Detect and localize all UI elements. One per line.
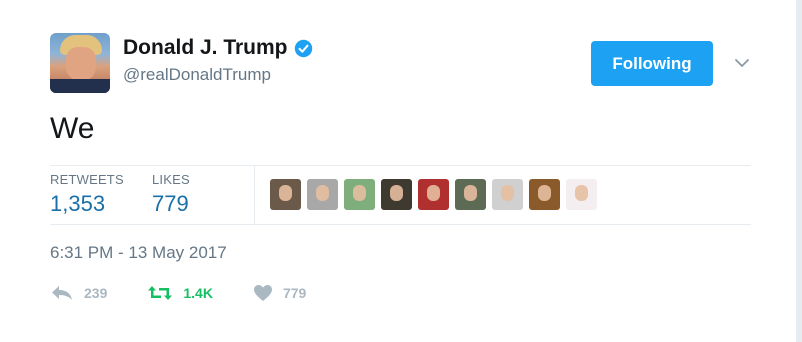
retweets-stat[interactable]: RETWEETS 1,353 bbox=[50, 172, 124, 217]
tweet-card: Donald J. Trump @realDonaldTrump Followi… bbox=[0, 0, 796, 342]
tweet-actions: 239 1.4K 779 bbox=[50, 284, 346, 302]
stats-separator bbox=[254, 166, 255, 224]
retweets-label: RETWEETS bbox=[50, 172, 124, 187]
tweet-timestamp[interactable]: 6:31 PM - 13 May 2017 bbox=[50, 243, 227, 263]
tweet-text: We bbox=[50, 112, 95, 145]
liker-avatar[interactable] bbox=[529, 179, 560, 210]
likes-stat[interactable]: LIKES 779 bbox=[152, 172, 190, 217]
liker-avatar[interactable] bbox=[492, 179, 523, 210]
liker-avatar[interactable] bbox=[566, 179, 597, 210]
retweet-count: 1.4K bbox=[183, 285, 213, 301]
liker-avatar[interactable] bbox=[270, 179, 301, 210]
following-button[interactable]: Following bbox=[591, 41, 713, 86]
liker-avatars bbox=[270, 179, 597, 210]
reply-button[interactable]: 239 bbox=[50, 284, 107, 302]
page-scroll-edge bbox=[796, 0, 802, 342]
chevron-down-icon[interactable] bbox=[733, 54, 751, 72]
heart-icon bbox=[253, 285, 272, 301]
like-count: 779 bbox=[282, 285, 307, 301]
liker-avatar[interactable] bbox=[418, 179, 449, 210]
divider bbox=[50, 224, 751, 225]
like-button[interactable]: 779 bbox=[253, 284, 306, 302]
verified-icon bbox=[294, 39, 312, 57]
retweets-value: 1,353 bbox=[50, 191, 106, 216]
likes-value: 779 bbox=[152, 191, 189, 216]
retweet-icon bbox=[148, 286, 173, 300]
user-handle[interactable]: @realDonaldTrump bbox=[123, 65, 271, 85]
display-name[interactable]: Donald J. Trump bbox=[123, 36, 288, 60]
divider bbox=[50, 165, 751, 166]
avatar[interactable] bbox=[50, 33, 110, 93]
liker-avatar[interactable] bbox=[381, 179, 412, 210]
likes-label: LIKES bbox=[152, 172, 190, 187]
liker-avatar[interactable] bbox=[344, 179, 375, 210]
liker-avatar[interactable] bbox=[307, 179, 338, 210]
reply-icon bbox=[52, 286, 72, 300]
reply-count: 239 bbox=[84, 285, 108, 301]
retweet-button[interactable]: 1.4K bbox=[147, 284, 213, 302]
user-name-row: Donald J. Trump bbox=[123, 35, 313, 61]
liker-avatar[interactable] bbox=[455, 179, 486, 210]
